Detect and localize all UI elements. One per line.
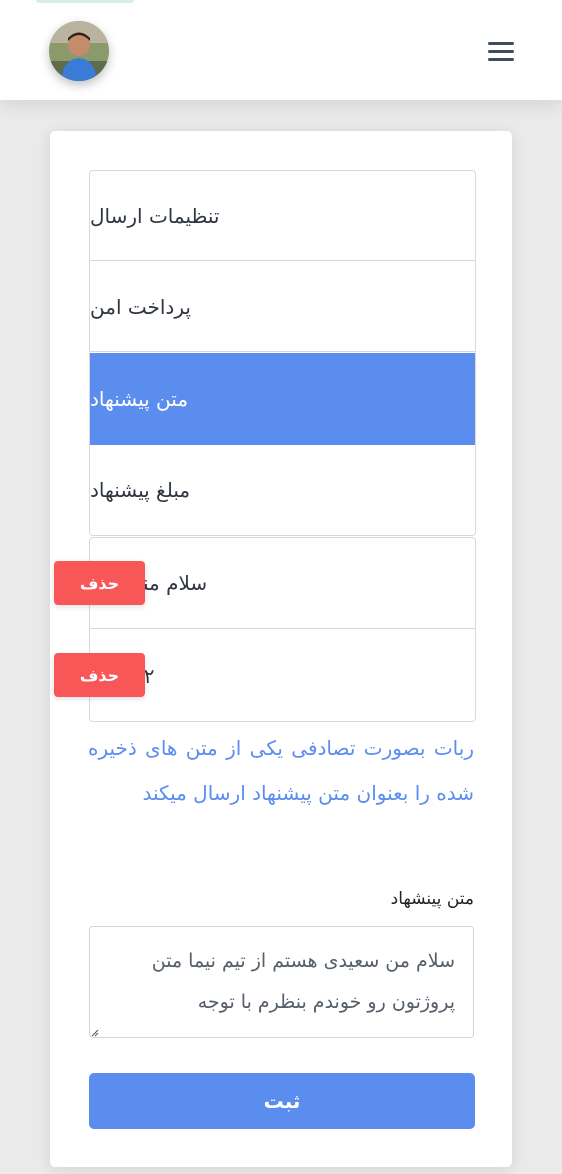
user-avatar[interactable]: [49, 21, 109, 81]
tab-offer-text[interactable]: متن پیشنهاد: [90, 353, 475, 445]
settings-tab-list: تنظیمات ارسال پرداخت امن متن پیشنهاد مبل…: [89, 170, 476, 536]
saved-texts-list: سلام منم هاااا ۲۲۲۲۲۲: [89, 537, 476, 722]
offer-text-label: متن پینشهاد: [390, 889, 474, 909]
delete-button[interactable]: حذف: [54, 561, 145, 605]
top-bar: [0, 0, 562, 100]
top-accent-strip: [36, 0, 134, 3]
tab-secure-payment[interactable]: پرداخت امن: [90, 262, 475, 352]
tab-send-settings[interactable]: تنظیمات ارسال: [90, 171, 475, 261]
avatar-photo-icon: [49, 21, 109, 81]
saved-text-item: سلام منم هاااا: [90, 538, 475, 629]
tab-offer-amount[interactable]: مبلغ پیشنهاد: [90, 445, 475, 535]
resize-grip-icon[interactable]: [91, 1029, 99, 1037]
saved-text-item: ۲۲۲۲۲۲: [90, 630, 475, 721]
offer-text-input[interactable]: سلام من سعیدی هستم از تیم نیما متن پروژت…: [89, 926, 474, 1038]
hamburger-menu-icon[interactable]: [486, 39, 518, 63]
info-text: ربات بصورت تصادفی یکی از متن های ذخیره ش…: [88, 736, 474, 805]
submit-button[interactable]: ثبت: [89, 1073, 475, 1129]
delete-button[interactable]: حذف: [54, 653, 145, 697]
